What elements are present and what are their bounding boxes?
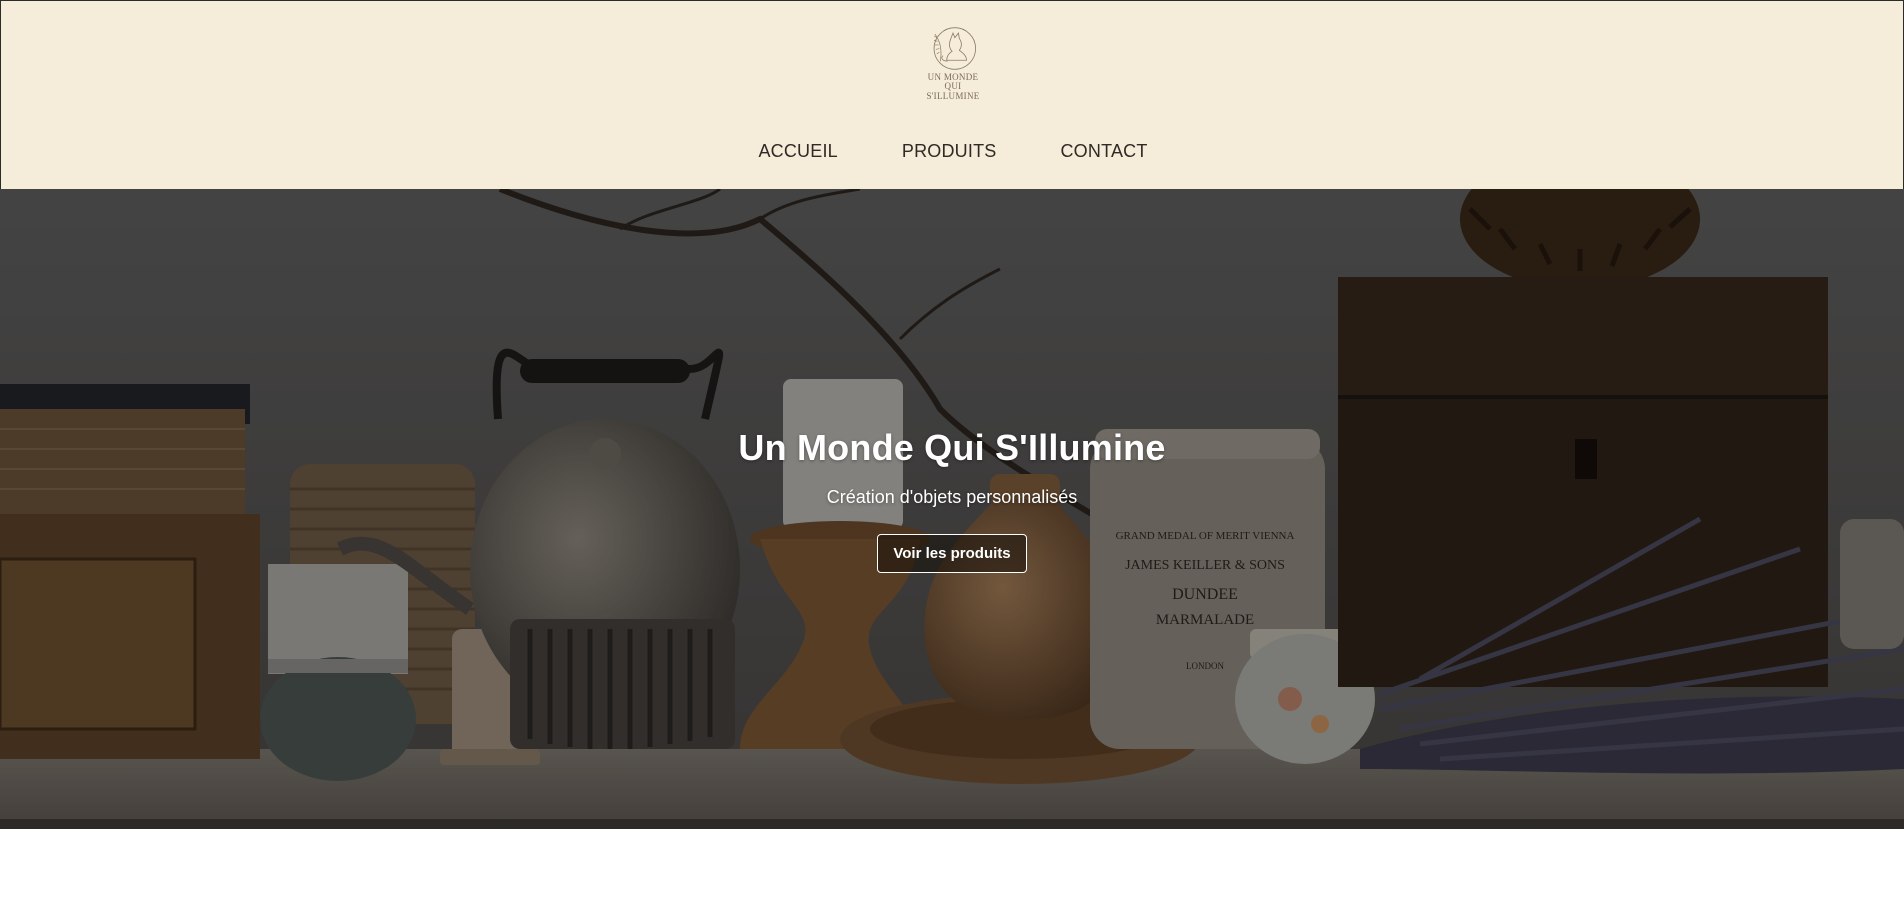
hero-content: Un Monde Qui S'Illumine Création d'objet… — [0, 189, 1904, 829]
hero-title: Un Monde Qui S'Illumine — [738, 427, 1166, 468]
site-header: UN MONDE QUI S'ILLUMINE ACCUEIL PRODUITS… — [0, 0, 1904, 189]
nav-contact[interactable]: CONTACT — [1060, 141, 1147, 162]
logo-text-line1: UN MONDE QUI — [927, 72, 979, 91]
main-nav: ACCUEIL PRODUITS CONTACT — [1, 141, 1904, 162]
view-products-button[interactable]: Voir les produits — [877, 534, 1027, 573]
logo-text-line2: S'ILLUMINE — [926, 91, 980, 101]
fox-logo-icon — [933, 27, 977, 70]
hero-banner: GRAND MEDAL OF MERIT VIENNA JAMES KEILLE… — [0, 189, 1904, 829]
hero-subtitle: Création d'objets personnalisés — [826, 487, 1078, 507]
nav-produits[interactable]: PRODUITS — [902, 141, 997, 162]
site-logo[interactable]: UN MONDE QUI S'ILLUMINE — [919, 25, 987, 101]
nav-accueil[interactable]: ACCUEIL — [758, 141, 837, 162]
